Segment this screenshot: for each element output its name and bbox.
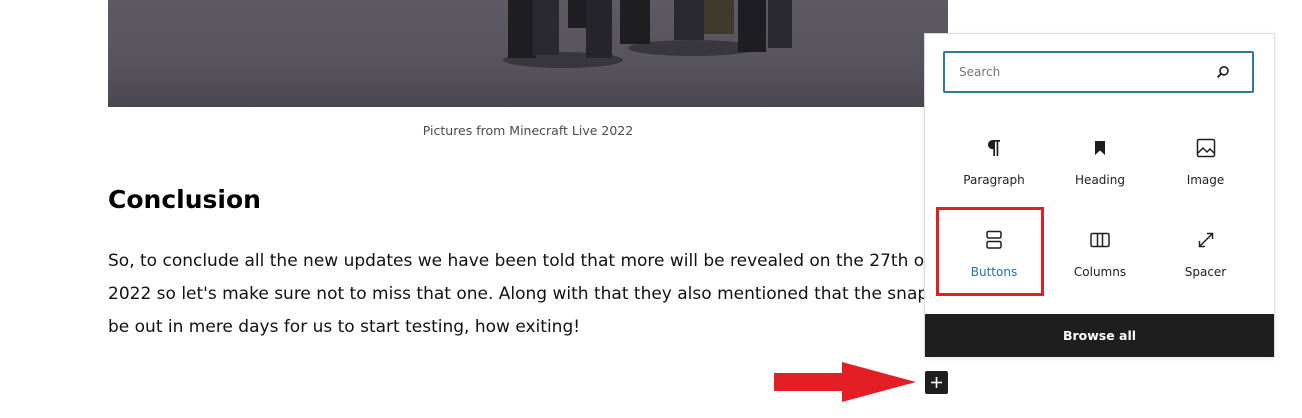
block-paragraph[interactable]: Paragraph [940,124,1048,216]
block-search [943,51,1254,93]
image-figure-part [768,0,792,48]
image-figure-part [508,0,536,58]
bookmark-icon [1088,136,1112,160]
image-figure-part [738,0,766,52]
image-figure-part [586,0,612,58]
image-icon [1194,136,1218,160]
paragraph-line: 2022 so let's make sure not to miss that… [108,284,924,304]
columns-icon [1088,228,1112,252]
block-label: Columns [1073,265,1127,279]
search-icon[interactable] [1216,65,1230,79]
block-search-input[interactable] [945,53,1219,91]
block-spacer[interactable]: Spacer [1152,216,1259,308]
browse-all-button[interactable]: Browse all [925,314,1274,357]
block-columns[interactable]: Columns [1048,216,1152,308]
body-paragraph[interactable]: So, to conclude all the new updates we h… [108,245,924,345]
highlight-annotation [936,207,1044,296]
paragraph-icon [982,136,1006,160]
block-label: Paragraph [963,173,1025,187]
block-label: Heading [1075,173,1125,187]
block-inserter-popover: Paragraph Heading Image [924,33,1275,357]
article-image [108,0,948,107]
arrow-annotation-icon [774,362,916,402]
section-heading[interactable]: Conclusion [108,185,261,214]
paragraph-line: be out in mere days for us to start test… [108,317,581,337]
image-figure-part [674,0,704,40]
image-figure-part [704,0,734,34]
image-figure-part [620,0,650,44]
paragraph-line: So, to conclude all the new updates we h… [108,251,924,271]
block-label: Image [1186,173,1225,187]
add-block-button[interactable] [925,371,948,394]
spacer-icon [1194,228,1218,252]
plus-icon [931,377,942,388]
block-image[interactable]: Image [1152,124,1259,216]
image-caption: Pictures from Minecraft Live 2022 [422,123,634,138]
block-label: Spacer [1184,265,1227,279]
block-heading[interactable]: Heading [1048,124,1152,216]
image-figure-part [533,0,559,55]
